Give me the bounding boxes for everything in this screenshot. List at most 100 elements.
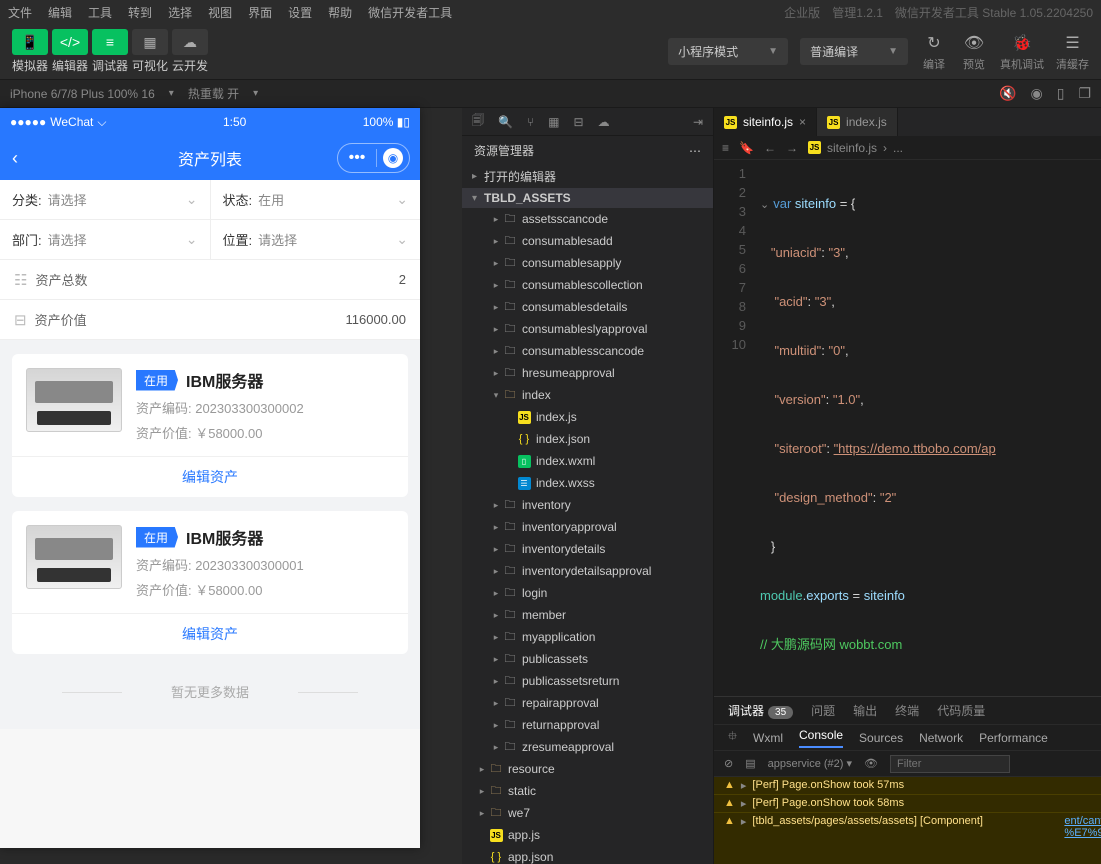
visual-toggle[interactable]: ▦ xyxy=(132,29,168,55)
remote-debug-button[interactable]: 🐞 xyxy=(1008,32,1036,54)
branch-icon[interactable]: ⑂ xyxy=(527,115,534,129)
cloud-icon[interactable]: ☁ xyxy=(598,115,610,129)
edit-asset-link[interactable]: 编辑资产 xyxy=(182,626,238,642)
folder-item[interactable]: ▸🗀resource xyxy=(462,758,713,780)
sidebar-icon[interactable]: ▤ xyxy=(745,757,755,770)
folder-item[interactable]: ▸🗀returnapproval xyxy=(462,714,713,736)
console-link[interactable]: ent/canvas.html#Canvas-2D-%E7%9A%84%BA%E… xyxy=(1064,815,1101,839)
debugger-toggle[interactable]: ≡ xyxy=(92,29,128,55)
capsule[interactable]: ••• ◉ xyxy=(337,143,410,173)
bookmark-icon[interactable]: 🔖 xyxy=(739,141,754,155)
file-item[interactable]: { }index.json xyxy=(462,428,713,450)
context-dropdown[interactable]: appservice (#2) ▾ xyxy=(768,757,852,770)
folder-item[interactable]: ▸🗀consumableslyapproval xyxy=(462,318,713,340)
devtab-performance[interactable]: Performance xyxy=(979,731,1048,745)
tab-problems[interactable]: 问题 xyxy=(811,702,835,719)
folder-item[interactable]: ▸🗀hresumeapproval xyxy=(462,362,713,384)
collapse-icon[interactable]: ⇥ xyxy=(693,115,703,129)
phone-icon[interactable]: ▯ xyxy=(1057,85,1065,102)
folder-item[interactable]: ▸🗀member xyxy=(462,604,713,626)
menu-item[interactable]: 编辑 xyxy=(48,4,72,21)
file-item[interactable]: ☰index.wxss xyxy=(462,472,713,494)
filter-input[interactable] xyxy=(890,755,1010,773)
menu-item[interactable]: 帮助 xyxy=(328,4,352,21)
tab-siteinfo[interactable]: JS siteinfo.js × xyxy=(714,108,817,136)
menu-item[interactable]: 选择 xyxy=(168,4,192,21)
menu-item[interactable]: 界面 xyxy=(248,4,272,21)
mode-dropdown[interactable]: 小程序模式 ▼ xyxy=(668,38,788,65)
extensions-icon[interactable]: ▦ xyxy=(548,115,559,129)
mute-icon[interactable]: 🔇 xyxy=(999,85,1016,102)
inspect-icon[interactable]: ⯐ xyxy=(728,727,737,748)
folder-item[interactable]: ▸🗀inventorydetails xyxy=(462,538,713,560)
devtab-wxml[interactable]: Wxml xyxy=(753,731,783,745)
filter-dept[interactable]: 部门: 请选择 ⌄ xyxy=(0,220,211,259)
folder-item[interactable]: ▸🗀login xyxy=(462,582,713,604)
simulator-toggle[interactable]: 📱 xyxy=(12,29,48,55)
more-icon[interactable]: ⋯ xyxy=(689,144,701,158)
folder-item[interactable]: ▸🗀inventorydetailsapproval xyxy=(462,560,713,582)
tab-debugger[interactable]: 调试器35 xyxy=(728,702,793,719)
code-content[interactable]: ⌄var siteinfo = { "uniacid": "3", "acid"… xyxy=(756,160,1101,696)
folder-item[interactable]: ▸🗀we7 xyxy=(462,802,713,824)
folder-item[interactable]: ▸🗀static xyxy=(462,780,713,802)
multi-window-icon[interactable]: ❐ xyxy=(1078,85,1091,102)
filter-location[interactable]: 位置: 请选择 ⌄ xyxy=(211,220,421,259)
folder-item[interactable]: ▸🗀publicassetsreturn xyxy=(462,670,713,692)
folder-item[interactable]: ▸🗀publicassets xyxy=(462,648,713,670)
folder-item[interactable]: ▸🗀zresumeapproval xyxy=(462,736,713,758)
nav-back-icon[interactable]: ← xyxy=(764,141,776,155)
folder-item[interactable]: ▸🗀consumablescollection xyxy=(462,274,713,296)
tab-terminal[interactable]: 终端 xyxy=(895,702,919,719)
nav-fwd-icon[interactable]: → xyxy=(786,141,798,155)
compile-button[interactable]: ↻ xyxy=(920,32,948,54)
compile-dropdown[interactable]: 普通编译 ▼ xyxy=(800,38,908,65)
edit-asset-link[interactable]: 编辑资产 xyxy=(182,469,238,485)
tab-quality[interactable]: 代码质量 xyxy=(937,702,985,719)
folder-item[interactable]: ▸🗀inventoryapproval xyxy=(462,516,713,538)
file-item[interactable]: ▯index.wxml xyxy=(462,450,713,472)
eye-icon[interactable]: 👁 xyxy=(864,757,878,770)
search-icon[interactable]: 🔍 xyxy=(498,115,513,129)
menu-item[interactable]: 转到 xyxy=(128,4,152,21)
open-editors-section[interactable]: ▸打开的编辑器 xyxy=(462,165,713,188)
asset-card[interactable]: 在用 IBM服务器 资产编码: 202303300300001 资产价值: ￥5… xyxy=(12,511,408,654)
menu-item[interactable]: 设置 xyxy=(288,4,312,21)
db-icon[interactable]: ⊟ xyxy=(574,115,584,129)
record-icon[interactable]: ◉ xyxy=(1031,85,1043,102)
editor-toggle[interactable]: </> xyxy=(52,29,88,55)
close-icon[interactable]: × xyxy=(799,115,806,129)
file-item[interactable]: { }app.json xyxy=(462,846,713,864)
breadcrumb-file[interactable]: siteinfo.js xyxy=(827,141,877,155)
clear-cache-button[interactable]: ☰ xyxy=(1059,32,1087,54)
file-item[interactable]: JSapp.js xyxy=(462,824,713,846)
back-button[interactable]: ‹ xyxy=(12,148,18,169)
devtab-sources[interactable]: Sources xyxy=(859,731,903,745)
device-selector[interactable]: iPhone 6/7/8 Plus 100% 16 xyxy=(10,87,155,101)
menu-item[interactable]: 微信开发者工具 xyxy=(368,4,452,21)
folder-item[interactable]: ▸🗀consumablesapply xyxy=(462,252,713,274)
folder-item[interactable]: ▸🗀repairapproval xyxy=(462,692,713,714)
capsule-menu-icon[interactable]: ••• xyxy=(338,149,376,167)
filter-category[interactable]: 分类: 请选择 ⌄ xyxy=(0,180,211,219)
folder-item[interactable]: ▸🗀consumablesdetails xyxy=(462,296,713,318)
asset-card[interactable]: 在用 IBM服务器 资产编码: 202303300300002 资产价值: ￥5… xyxy=(12,354,408,497)
list-icon[interactable]: ≡ xyxy=(722,141,729,155)
capsule-close-icon[interactable]: ◉ xyxy=(383,148,403,168)
devtab-console[interactable]: Console xyxy=(799,728,843,748)
folder-item[interactable]: ▸🗀inventory xyxy=(462,494,713,516)
menu-item[interactable]: 文件 xyxy=(8,4,32,21)
clear-console-icon[interactable]: ⊘ xyxy=(724,757,733,770)
preview-button[interactable]: 👁 xyxy=(960,32,988,54)
tab-index[interactable]: JS index.js xyxy=(817,108,898,136)
folder-item[interactable]: ▾🗀index xyxy=(462,384,713,406)
hot-reload-toggle[interactable]: 热重载 开 xyxy=(188,85,239,102)
menu-item[interactable]: 工具 xyxy=(88,4,112,21)
tab-output[interactable]: 输出 xyxy=(853,702,877,719)
breadcrumb-more[interactable]: ... xyxy=(893,141,903,155)
project-root[interactable]: ▾TBLD_ASSETS xyxy=(462,188,713,208)
folder-item[interactable]: ▸🗀assetsscancode xyxy=(462,208,713,230)
files-icon[interactable]: 🗐 xyxy=(472,111,484,132)
devtab-network[interactable]: Network xyxy=(919,731,963,745)
menu-item[interactable]: 视图 xyxy=(208,4,232,21)
